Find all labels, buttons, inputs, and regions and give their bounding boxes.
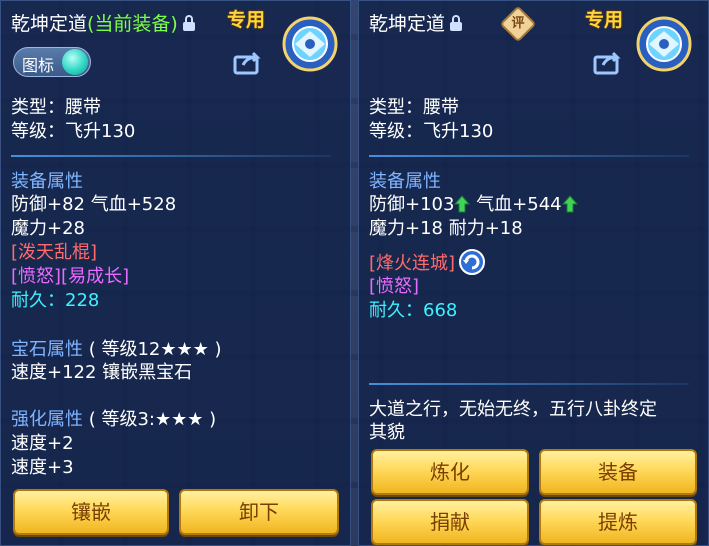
- special-skill: [泼天乱棍]: [11, 242, 98, 263]
- attributes-header: 装备属性: [369, 171, 441, 192]
- exclusive-label: 专用: [227, 9, 266, 31]
- attribute-line: 防御+103 气血+544: [369, 194, 578, 216]
- strengthen-header: 强化属性: [11, 409, 83, 430]
- defense-value: 防御+103: [369, 194, 455, 215]
- divider: [11, 155, 331, 157]
- exclusive-label: 专用: [585, 9, 624, 31]
- durability: 耐久：228: [11, 290, 99, 312]
- attributes-header: 装备属性: [11, 171, 83, 192]
- durability-value: 668: [423, 300, 458, 321]
- durability-label: 耐久：: [369, 300, 423, 321]
- toggle-knob: [62, 49, 88, 75]
- gem-header: 宝石属性: [11, 339, 83, 360]
- durability-value: 228: [65, 290, 100, 311]
- lock-icon: [450, 15, 463, 31]
- donate-button[interactable]: 捐献: [371, 499, 529, 545]
- current-equipped-label: (当前装备): [87, 13, 178, 35]
- hp-value: 气血+544: [476, 194, 562, 215]
- item-emblem-icon: [282, 16, 338, 72]
- strengthen-attributes: 强化属性 ( 等级3:★★★ ): [11, 409, 216, 431]
- special-skill: [烽火连城]: [369, 249, 486, 275]
- strengthen-line: 速度+3: [11, 457, 74, 478]
- item-type: 类型：腰带: [11, 97, 101, 118]
- special-skill-label: [烽火连城]: [369, 253, 456, 274]
- share-icon[interactable]: [593, 51, 623, 75]
- gem-level: ( 等级12★★★ ): [88, 339, 222, 360]
- strengthen-level: ( 等级3:★★★ ): [88, 409, 217, 430]
- equipped-item-panel: 乾坤定道(当前装备) 专用 图标 类型：腰带 等级：飞升130 装备属性 防御+…: [0, 0, 351, 546]
- icon-toggle[interactable]: 图标: [13, 47, 91, 77]
- item-level: 等级：飞升130: [11, 121, 136, 142]
- lock-icon: [182, 15, 195, 31]
- inlay-button[interactable]: 镶嵌: [13, 489, 169, 535]
- refine-button[interactable]: 炼化: [371, 449, 529, 495]
- durability-label: 耐久：: [11, 290, 65, 311]
- item-description: 大道之行，无始无终，五行八卦终定: [369, 399, 657, 420]
- strengthen-line: 速度+2: [11, 433, 74, 454]
- attribute-line: 魔力+18 耐力+18: [369, 218, 523, 239]
- item-name: 乾坤定道: [11, 13, 88, 35]
- special-effects: [愤怒]: [369, 276, 420, 297]
- evaluate-label: 评: [511, 16, 525, 31]
- attribute-line: 魔力+28: [11, 218, 85, 239]
- divider: [369, 155, 689, 157]
- gem-line: 速度+122 镶嵌黑宝石: [11, 362, 193, 383]
- item-level: 等级：飞升130: [369, 121, 494, 142]
- increase-arrow-icon: [561, 195, 578, 213]
- extract-button[interactable]: 提炼: [539, 499, 697, 545]
- evaluate-icon[interactable]: 评: [499, 5, 537, 43]
- durability: 耐久：668: [369, 300, 457, 322]
- unequip-button[interactable]: 卸下: [179, 489, 339, 535]
- item-title: 乾坤定道(当前装备): [11, 9, 196, 36]
- compare-item-panel: 乾坤定道 评 专用 类型：腰带 等级：飞升130 装备属性 防御+103 气血+…: [358, 0, 709, 546]
- share-icon[interactable]: [233, 51, 263, 75]
- item-title: 乾坤定道: [369, 9, 463, 36]
- increase-arrow-icon: [454, 195, 471, 213]
- divider: [369, 383, 689, 385]
- icon-toggle-label: 图标: [22, 56, 55, 75]
- item-name: 乾坤定道: [369, 13, 446, 35]
- attribute-line: 防御+82 气血+528: [11, 194, 177, 215]
- special-effects: [愤怒][易成长]: [11, 266, 130, 287]
- item-type: 类型：腰带: [369, 97, 459, 118]
- item-description-cont: 其貌: [369, 422, 405, 443]
- equip-button[interactable]: 装备: [539, 449, 697, 495]
- refresh-icon[interactable]: [459, 249, 486, 275]
- item-emblem-icon: [636, 16, 692, 72]
- gem-attributes: 宝石属性 ( 等级12★★★ ): [11, 339, 222, 361]
